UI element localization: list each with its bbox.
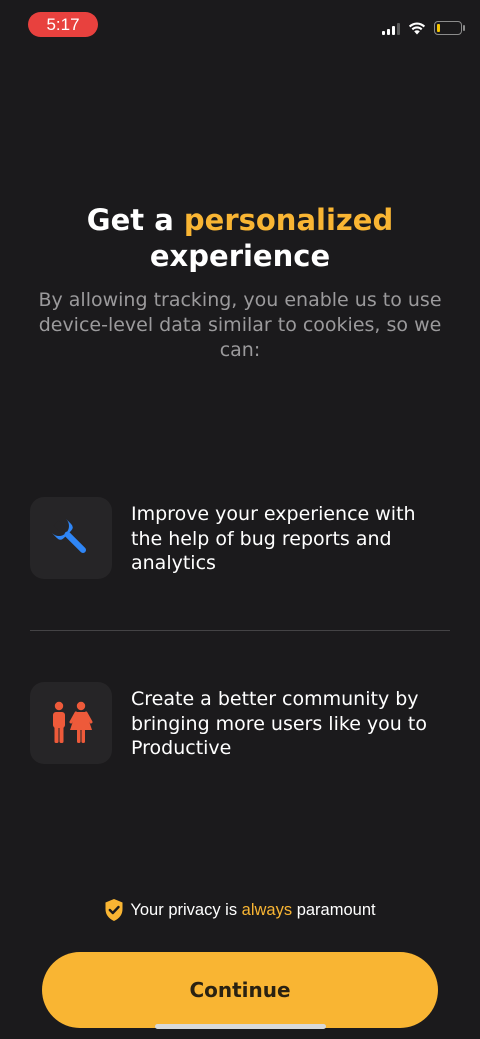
- status-time: 5:17: [28, 12, 98, 37]
- wifi-icon: [408, 22, 426, 35]
- title-part-2: experience: [149, 239, 331, 273]
- wrench-icon: [51, 518, 87, 554]
- feature-item-analytics: Improve your experience with the help of…: [30, 497, 450, 579]
- title-part-1: Get a: [86, 203, 174, 237]
- title-accent: personalized: [183, 203, 394, 237]
- feature-item-community: Create a better community by bringing mo…: [30, 682, 450, 764]
- people-icon: [53, 701, 93, 743]
- home-indicator[interactable]: [155, 1024, 326, 1029]
- shield-check-icon: [105, 899, 123, 921]
- feature-icon-tile: [30, 682, 112, 764]
- privacy-note: Your privacy is always paramount: [0, 898, 480, 922]
- feature-text: Create a better community by bringing mo…: [131, 688, 427, 759]
- battery-icon: [434, 21, 465, 35]
- status-icons: [382, 18, 465, 38]
- cellular-signal-icon: [382, 22, 400, 35]
- feature-text: Improve your experience with the help of…: [131, 503, 416, 574]
- privacy-text-after: paramount: [296, 900, 376, 919]
- privacy-text-before: Your privacy is: [130, 900, 238, 919]
- privacy-text-accent: always: [241, 900, 293, 919]
- page-title: Get a personalized experience: [0, 202, 480, 274]
- tracking-permission-screen: 5:17 Get a personalized experience By al…: [0, 0, 480, 1039]
- battery-level: [437, 24, 440, 32]
- divider: [30, 630, 450, 631]
- privacy-text: Your privacy is always paramount: [130, 901, 375, 920]
- page-subtitle: By allowing tracking, you enable us to u…: [38, 289, 442, 361]
- continue-button[interactable]: Continue: [42, 952, 438, 1028]
- feature-icon-tile: [30, 497, 112, 579]
